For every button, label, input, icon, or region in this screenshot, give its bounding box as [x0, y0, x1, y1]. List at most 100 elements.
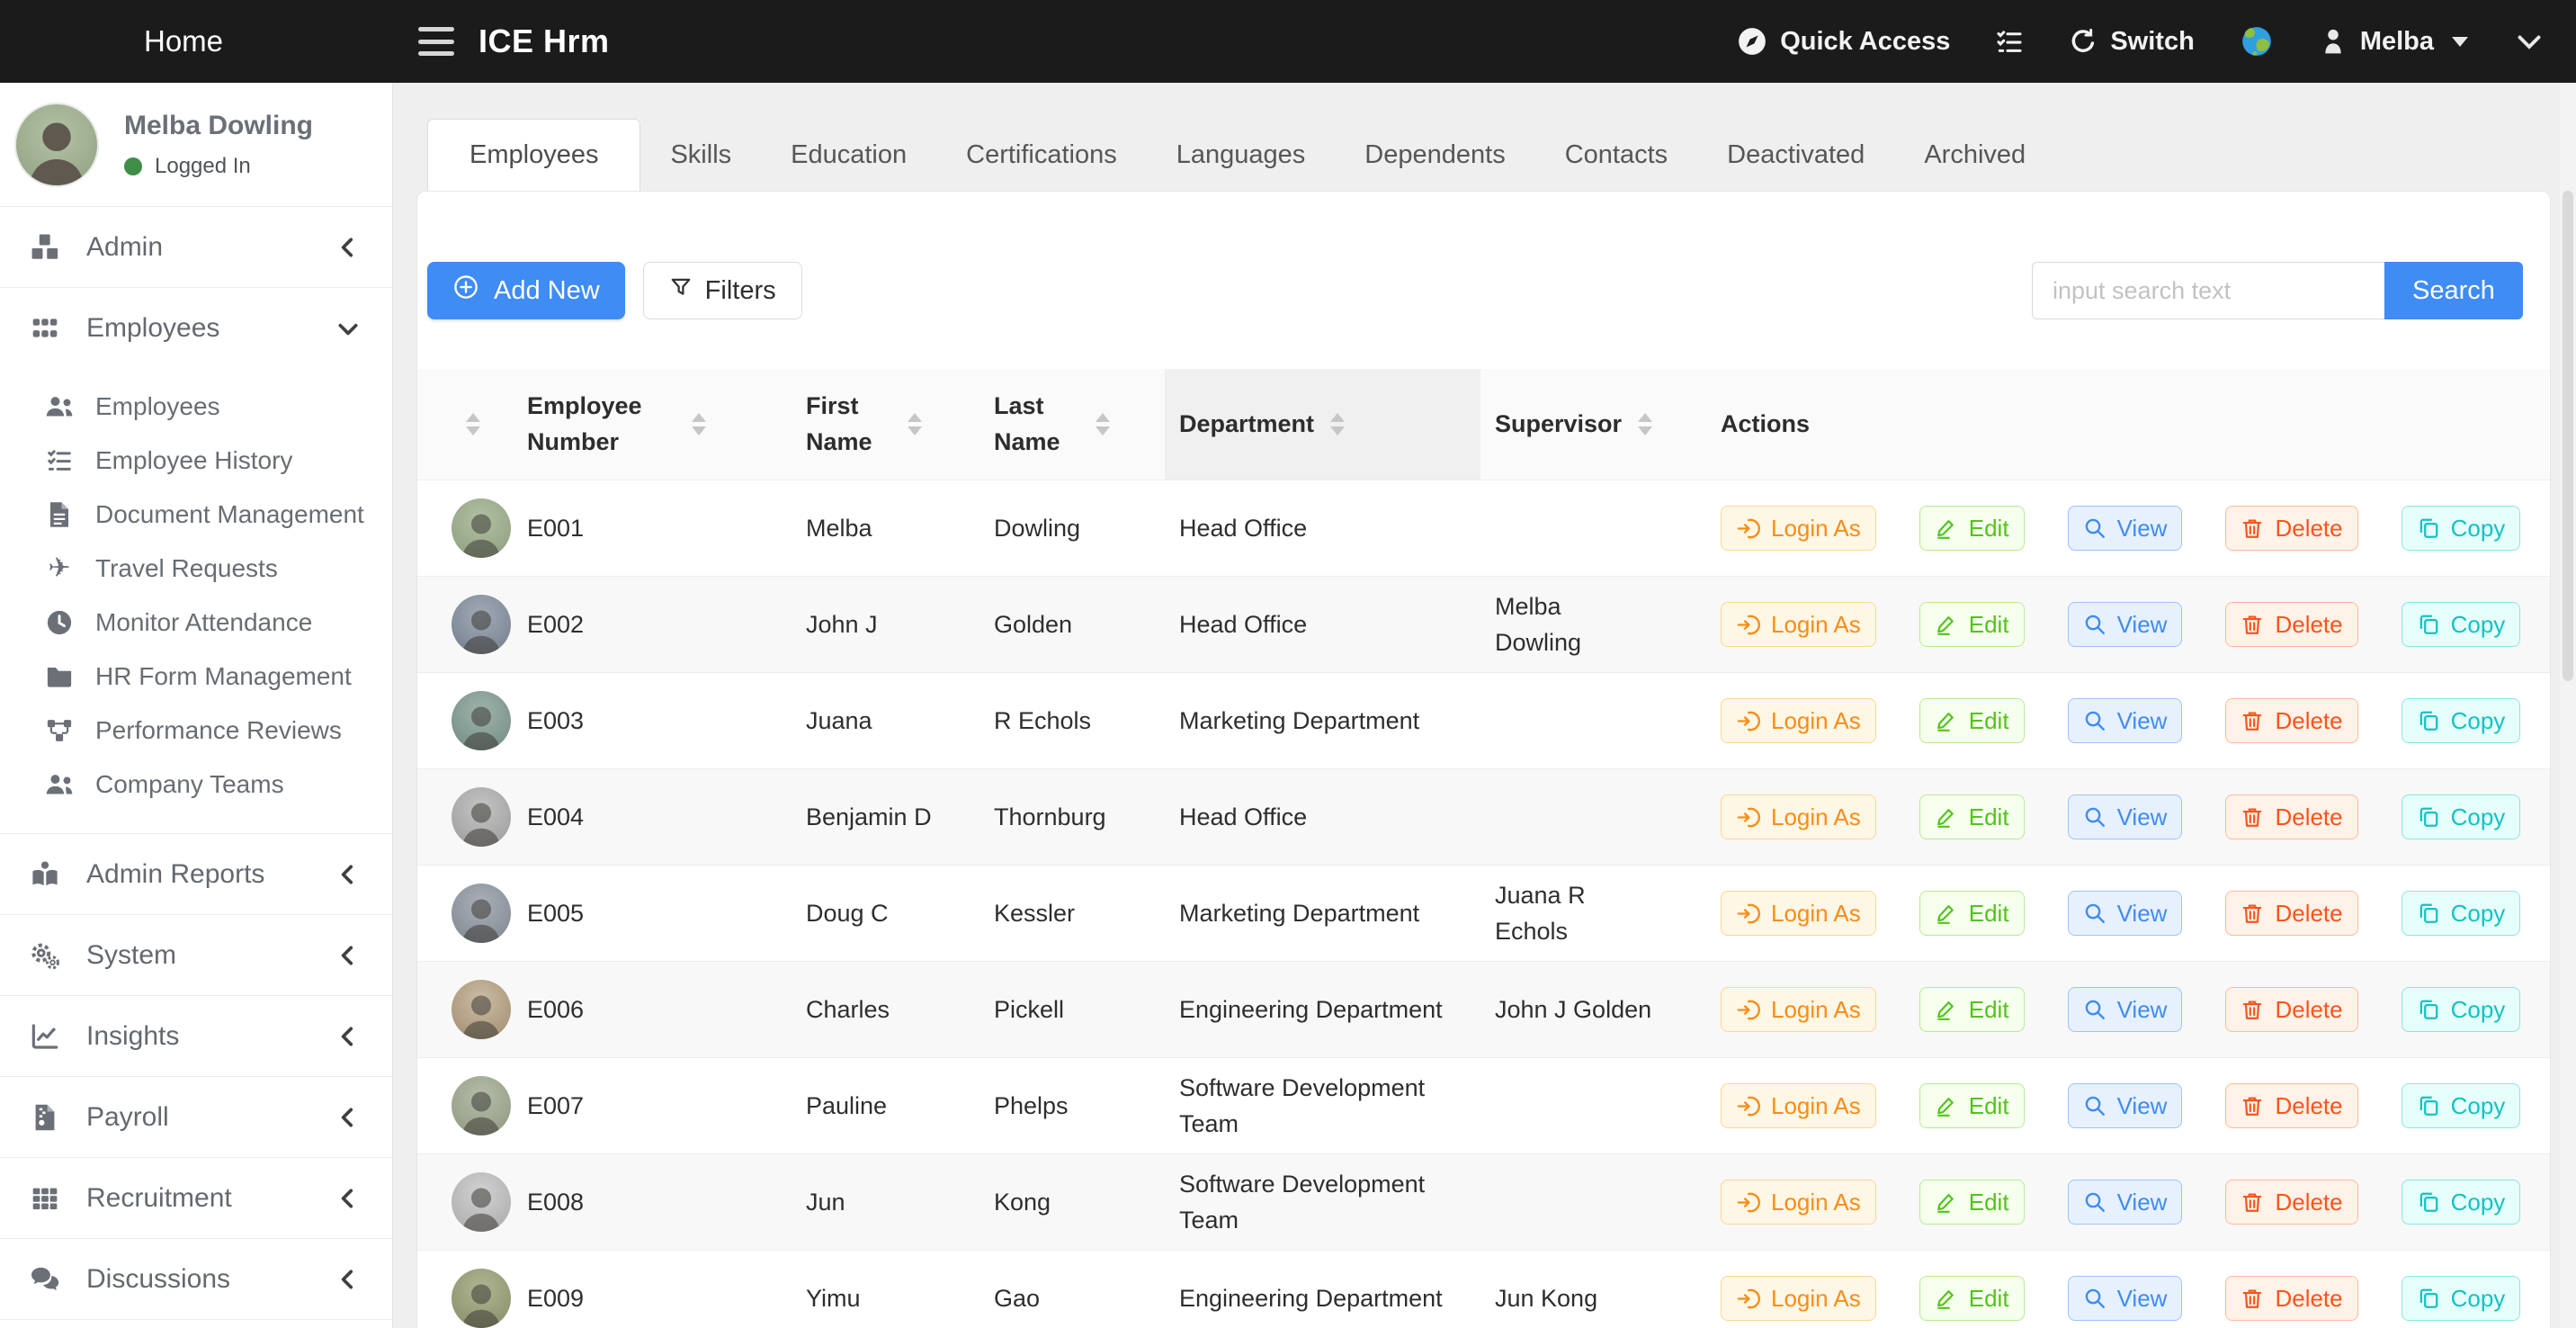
- edit-button[interactable]: Edit: [1919, 698, 2025, 743]
- tab-skills[interactable]: Skills: [640, 119, 761, 191]
- view-button[interactable]: View: [2068, 794, 2183, 839]
- tab-archived[interactable]: Archived: [1894, 119, 2055, 191]
- delete-button[interactable]: Delete: [2225, 1083, 2357, 1128]
- view-button[interactable]: View: [2068, 506, 2183, 551]
- edit-button[interactable]: Edit: [1919, 987, 2025, 1032]
- edit-button[interactable]: Edit: [1919, 1276, 2025, 1321]
- copy-button[interactable]: Copy: [2402, 506, 2521, 551]
- login-as-button[interactable]: Login As: [1721, 794, 1876, 839]
- tab-certifications[interactable]: Certifications: [936, 119, 1147, 191]
- add-new-button[interactable]: Add New: [427, 262, 625, 319]
- sidebar-item-discussions[interactable]: Discussions: [0, 1239, 392, 1320]
- language-globe-button[interactable]: [2240, 24, 2274, 58]
- sidebar-item-travel-requests[interactable]: ✈ Travel Requests: [0, 542, 392, 596]
- last-name-cell: R Echols: [979, 673, 1165, 768]
- login-as-button[interactable]: Login As: [1721, 891, 1876, 936]
- edit-button[interactable]: Edit: [1919, 602, 2025, 647]
- delete-button[interactable]: Delete: [2225, 506, 2357, 551]
- sidebar-item-employees-list[interactable]: Employees: [0, 380, 392, 434]
- user-menu[interactable]: Melba: [2319, 27, 2468, 57]
- tab-languages[interactable]: Languages: [1147, 119, 1336, 191]
- sidebar-item-employees[interactable]: Employees: [0, 288, 392, 369]
- sidebar-item-hr-form-management[interactable]: HR Form Management: [0, 650, 392, 704]
- login-icon: [1736, 613, 1760, 637]
- delete-button[interactable]: Delete: [2225, 987, 2357, 1032]
- department-cell: Head Office: [1165, 577, 1480, 672]
- sidebar-item-admin-reports[interactable]: Admin Reports: [0, 834, 392, 915]
- delete-button[interactable]: Delete: [2225, 602, 2357, 647]
- header-employee-number[interactable]: Employee Number: [513, 369, 792, 480]
- tab-deactivated[interactable]: Deactivated: [1697, 119, 1894, 191]
- sidebar-item-document-management[interactable]: Document Management: [0, 488, 392, 542]
- header-avatar-column[interactable]: [417, 369, 513, 480]
- sidebar-item-admin[interactable]: Admin: [0, 207, 392, 288]
- view-button[interactable]: View: [2068, 1180, 2183, 1225]
- header-last-name[interactable]: Last Name: [979, 369, 1165, 480]
- app-brand[interactable]: ICE Hrm: [479, 0, 610, 83]
- tab-education[interactable]: Education: [761, 119, 936, 191]
- sort-icon: [1638, 413, 1652, 435]
- copy-button[interactable]: Copy: [2402, 794, 2521, 839]
- search-input[interactable]: [2032, 262, 2384, 319]
- sidebar-item-monitor-attendance[interactable]: Monitor Attendance: [0, 596, 392, 650]
- scrollbar-thumb[interactable]: [2563, 191, 2573, 681]
- view-button[interactable]: View: [2068, 602, 2183, 647]
- sort-icon: [908, 413, 922, 435]
- view-button[interactable]: View: [2068, 987, 2183, 1032]
- login-as-button[interactable]: Login As: [1721, 506, 1876, 551]
- copy-button[interactable]: Copy: [2402, 1276, 2521, 1321]
- login-as-button[interactable]: Login As: [1721, 1180, 1876, 1225]
- edit-button[interactable]: Edit: [1919, 506, 2025, 551]
- first-name-cell: Doug C: [792, 866, 979, 961]
- delete-button[interactable]: Delete: [2225, 1276, 2357, 1321]
- sidebar-item-employee-history[interactable]: Employee History: [0, 434, 392, 488]
- login-as-button[interactable]: Login As: [1721, 1276, 1876, 1321]
- switch-button[interactable]: Switch: [2069, 27, 2194, 57]
- copy-button[interactable]: Copy: [2402, 1180, 2521, 1225]
- sidebar-item-insights[interactable]: Insights: [0, 996, 392, 1077]
- sidebar-item-payroll[interactable]: Payroll: [0, 1077, 392, 1158]
- login-as-button[interactable]: Login As: [1721, 602, 1876, 647]
- login-as-button[interactable]: Login As: [1721, 1083, 1876, 1128]
- tab-contacts[interactable]: Contacts: [1535, 119, 1697, 191]
- delete-button[interactable]: Delete: [2225, 1180, 2357, 1225]
- view-button[interactable]: View: [2068, 891, 2183, 936]
- copy-button[interactable]: Copy: [2402, 1083, 2521, 1128]
- delete-button[interactable]: Delete: [2225, 698, 2357, 743]
- filters-button[interactable]: Filters: [643, 262, 802, 319]
- view-button[interactable]: View: [2068, 1083, 2183, 1128]
- copy-button[interactable]: Copy: [2402, 987, 2521, 1032]
- magnifier-icon: [2083, 998, 2106, 1021]
- delete-button[interactable]: Delete: [2225, 794, 2357, 839]
- search-button[interactable]: Search: [2384, 262, 2523, 319]
- view-button[interactable]: View: [2068, 1276, 2183, 1321]
- sidebar-item-company-teams[interactable]: Company Teams: [0, 758, 392, 812]
- copy-button[interactable]: Copy: [2402, 698, 2521, 743]
- edit-button[interactable]: Edit: [1919, 1083, 2025, 1128]
- clock-icon: [41, 609, 77, 636]
- header-first-name[interactable]: First Name: [792, 369, 979, 480]
- view-button[interactable]: View: [2068, 698, 2183, 743]
- edit-button[interactable]: Edit: [1919, 794, 2025, 839]
- hamburger-menu-icon[interactable]: [418, 23, 454, 59]
- home-link[interactable]: Home: [144, 0, 223, 83]
- copy-button[interactable]: Copy: [2402, 602, 2521, 647]
- quick-access-button[interactable]: Quick Access: [1737, 26, 1950, 57]
- chevron-left-icon: [336, 1268, 360, 1291]
- login-as-button[interactable]: Login As: [1721, 987, 1876, 1032]
- tasks-list-button[interactable]: [1995, 27, 2024, 56]
- collapse-navbar-chevron[interactable]: [2513, 25, 2545, 58]
- sidebar-item-system[interactable]: System: [0, 915, 392, 996]
- edit-button[interactable]: Edit: [1919, 891, 2025, 936]
- pen-icon: [1935, 709, 1958, 732]
- sidebar-item-recruitment[interactable]: Recruitment: [0, 1158, 392, 1239]
- copy-button[interactable]: Copy: [2402, 891, 2521, 936]
- delete-button[interactable]: Delete: [2225, 891, 2357, 936]
- sidebar-item-performance-reviews[interactable]: Performance Reviews: [0, 704, 392, 758]
- header-supervisor[interactable]: Supervisor: [1480, 369, 1701, 480]
- tab-dependents[interactable]: Dependents: [1335, 119, 1534, 191]
- edit-button[interactable]: Edit: [1919, 1180, 2025, 1225]
- tab-employees[interactable]: Employees: [427, 119, 640, 191]
- header-department[interactable]: Department: [1165, 369, 1480, 480]
- login-as-button[interactable]: Login As: [1721, 698, 1876, 743]
